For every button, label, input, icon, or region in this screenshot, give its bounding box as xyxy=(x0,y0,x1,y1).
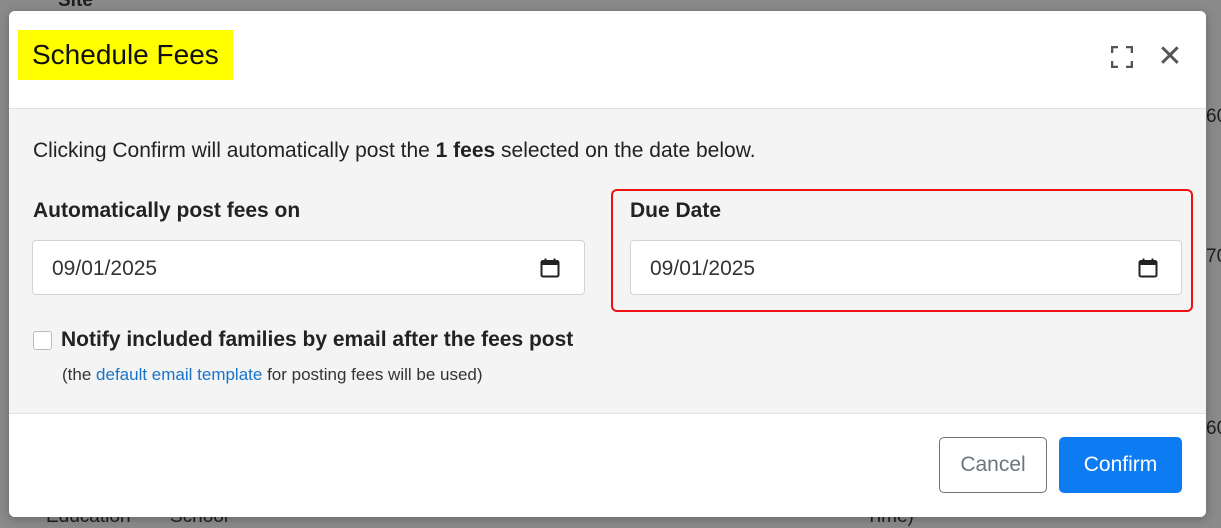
calendar-icon[interactable] xyxy=(540,258,560,278)
default-email-template-link[interactable]: default email template xyxy=(96,365,262,384)
cancel-button[interactable]: Cancel xyxy=(939,437,1047,493)
description-prefix: Clicking Confirm will automatically post… xyxy=(33,139,436,162)
dialog-body: Clicking Confirm will automatically post… xyxy=(9,109,1206,414)
post-date-label: Automatically post fees on xyxy=(33,199,301,222)
calendar-icon[interactable] xyxy=(1138,258,1158,278)
email-template-hint: (the default email template for posting … xyxy=(62,365,483,385)
close-icon[interactable]: ✕ xyxy=(1157,42,1183,72)
post-date-value: 09/01/2025 xyxy=(52,257,158,280)
notify-label[interactable]: Notify included families by email after … xyxy=(61,328,573,352)
post-date-input[interactable]: 09/01/2025 xyxy=(32,240,585,295)
expand-icon[interactable] xyxy=(1111,46,1133,68)
notify-checkbox[interactable] xyxy=(33,331,52,350)
schedule-fees-dialog: Schedule Fees ✕ Clicking Confirm will au… xyxy=(9,11,1206,517)
bg-cell-right-2: 70 xyxy=(1206,246,1221,267)
bg-cell-right-1: 60 xyxy=(1206,106,1221,127)
dialog-footer: Cancel Confirm xyxy=(9,414,1206,517)
dialog-description: Clicking Confirm will automatically post… xyxy=(33,139,756,163)
bg-cell-right-3: 60 xyxy=(1206,418,1221,439)
due-date-value: 09/01/2025 xyxy=(650,257,756,280)
hint-suffix: for posting fees will be used) xyxy=(262,365,483,384)
due-date-input[interactable]: 09/01/2025 xyxy=(630,240,1182,295)
fee-count: 1 fees xyxy=(435,139,496,162)
hint-prefix: (the xyxy=(62,365,97,384)
confirm-button[interactable]: Confirm xyxy=(1059,437,1182,493)
dialog-header: Schedule Fees ✕ xyxy=(9,11,1206,109)
dialog-title: Schedule Fees xyxy=(18,30,233,80)
description-suffix: selected on the date below. xyxy=(495,139,756,162)
due-date-label: Due Date xyxy=(630,199,722,222)
